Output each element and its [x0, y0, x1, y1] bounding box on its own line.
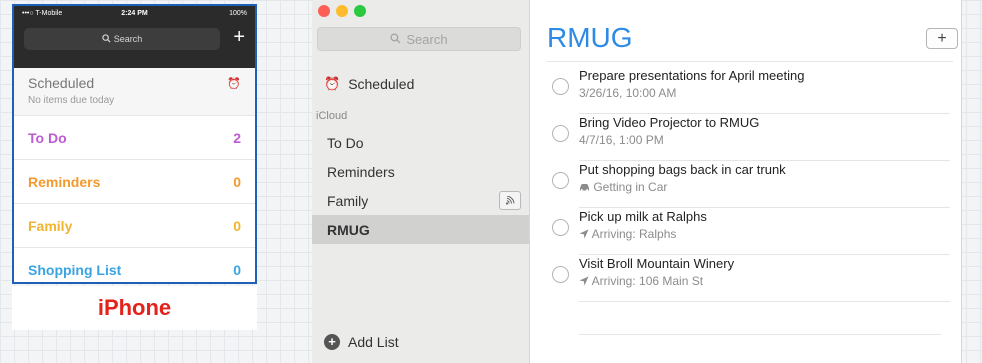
shared-list-icon[interactable]: [499, 191, 521, 210]
iphone-list-todo[interactable]: To Do 2: [14, 116, 255, 160]
iphone-search-placeholder: Search: [113, 34, 143, 44]
scheduled-subtitle: No items due today: [28, 95, 115, 106]
zoom-window-button[interactable]: [354, 5, 366, 17]
alarm-clock-icon: ⏰: [227, 78, 241, 90]
complete-checkbox[interactable]: [552, 125, 569, 142]
reminder-row[interactable]: Bring Video Projector to RMUG 4/7/16, 1:…: [552, 114, 962, 161]
add-list-label: Add List: [348, 334, 399, 350]
list-count: 0: [233, 174, 241, 190]
sidebar-item-label: Scheduled: [348, 76, 415, 92]
iphone-list-family[interactable]: Family 0: [14, 204, 255, 248]
iphone-add-button[interactable]: +: [233, 24, 245, 50]
list-count: 0: [233, 262, 241, 278]
add-reminder-button[interactable]: +: [926, 28, 958, 49]
list-name: Shopping List: [28, 262, 122, 278]
reminder-row[interactable]: Visit Broll Mountain Winery Arriving: 10…: [552, 255, 962, 302]
reminder-detail: Arriving: Ralphs: [591, 227, 677, 241]
car-icon: [580, 184, 589, 191]
iphone-list-reminders[interactable]: Reminders 0: [14, 160, 255, 204]
location-arrow-icon: [579, 229, 589, 239]
mac-search-placeholder: Search: [406, 31, 448, 47]
account-header: iCloud: [316, 110, 348, 122]
list-count: 2: [233, 130, 241, 146]
list-count: 0: [233, 218, 241, 234]
reminder-detail: 4/7/16, 1:00 PM: [579, 133, 664, 147]
reminder-detail-group: Getting in Car: [579, 180, 667, 194]
reminder-detail: Getting in Car: [593, 180, 668, 194]
reminder-detail-group: Arriving: 106 Main St: [579, 274, 703, 288]
reminder-row[interactable]: Prepare presentations for April meeting …: [552, 67, 962, 114]
reminder-row[interactable]: Put shopping bags back in car trunk Gett…: [552, 161, 962, 208]
reminder-title[interactable]: Put shopping bags back in car trunk: [579, 162, 786, 177]
sidebar-item-label: To Do: [327, 134, 364, 151]
reminder-title[interactable]: Bring Video Projector to RMUG: [579, 115, 759, 130]
complete-checkbox[interactable]: [552, 266, 569, 283]
scheduled-label: Scheduled: [28, 75, 95, 91]
alarm-clock-icon: ⏰: [324, 76, 341, 91]
iphone-screen: •••○ T-Mobile 2:24 PM 100% Search + Sche…: [12, 4, 257, 284]
sidebar-item-label: RMUG: [327, 221, 370, 238]
add-list-button[interactable]: + Add List: [324, 334, 399, 350]
minimize-window-button[interactable]: [336, 5, 348, 17]
list-name: To Do: [28, 130, 67, 146]
list-title: RMUG: [547, 22, 633, 53]
complete-checkbox[interactable]: [552, 172, 569, 189]
reminder-detail: 3/26/16, 10:00 AM: [579, 86, 677, 100]
window-controls: [318, 5, 366, 17]
battery-label: 100%: [229, 10, 247, 17]
list-name: Reminders: [28, 174, 101, 190]
reminder-title[interactable]: Prepare presentations for April meeting: [579, 68, 804, 83]
empty-row-divider: [579, 334, 941, 335]
list-name: Family: [28, 218, 73, 234]
iphone-list-shopping[interactable]: Shopping List 0: [14, 248, 255, 282]
location-arrow-icon: [579, 276, 589, 286]
iphone-caption: iPhone: [12, 286, 257, 330]
reminder-detail: Arriving: 106 Main St: [591, 274, 704, 288]
close-window-button[interactable]: [318, 5, 330, 17]
iphone-header: •••○ T-Mobile 2:24 PM 100% Search +: [14, 6, 255, 68]
sidebar-item-family[interactable]: Family: [312, 186, 529, 215]
iphone-status-bar: •••○ T-Mobile 2:24 PM 100%: [14, 10, 255, 22]
search-icon: [102, 33, 111, 45]
search-icon: [390, 32, 401, 47]
plus-circle-icon: +: [324, 334, 340, 350]
reminder-title[interactable]: Visit Broll Mountain Winery: [579, 256, 734, 271]
mac-sidebar: Search ⏰ Scheduled iCloud To Do Reminder…: [312, 0, 530, 363]
header-divider: [547, 61, 953, 62]
reminder-row[interactable]: Pick up milk at Ralphs Arriving: Ralphs: [552, 208, 962, 255]
complete-checkbox[interactable]: [552, 78, 569, 95]
sidebar-item-label: Reminders: [327, 163, 395, 180]
sidebar-item-todo[interactable]: To Do: [312, 128, 529, 157]
sidebar-item-label: Family: [327, 192, 369, 209]
reminders-list-pane: RMUG + Prepare presentations for April m…: [530, 0, 962, 363]
status-time: 2:24 PM: [121, 10, 148, 17]
iphone-scheduled-row[interactable]: Scheduled No items due today ⏰: [14, 68, 255, 116]
sidebar-item-scheduled[interactable]: ⏰ Scheduled: [324, 76, 414, 92]
iphone-search-field[interactable]: Search: [24, 28, 220, 50]
row-divider: [579, 301, 950, 302]
reminder-detail-group: Arriving: Ralphs: [579, 227, 676, 241]
sidebar-item-rmug[interactable]: RMUG: [312, 215, 529, 244]
mac-search-field[interactable]: Search: [317, 27, 521, 51]
complete-checkbox[interactable]: [552, 219, 569, 236]
reminder-title[interactable]: Pick up milk at Ralphs: [579, 209, 707, 224]
sidebar-item-reminders[interactable]: Reminders: [312, 157, 529, 186]
